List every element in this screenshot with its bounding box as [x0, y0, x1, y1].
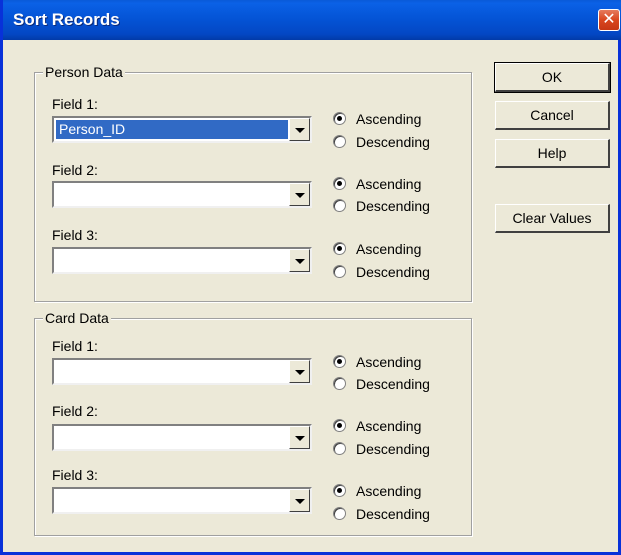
person-field-3-descending-radio[interactable]: Descending: [333, 262, 453, 282]
card-field-1-descending-radio[interactable]: Descending: [333, 374, 453, 394]
person-field-1-combo[interactable]: Person_ID: [52, 116, 312, 143]
radio-checked-icon: [333, 484, 346, 497]
person-field-3-dropdown-button[interactable]: [289, 249, 310, 272]
descending-label: Descending: [356, 441, 430, 457]
person-field-2-value: [56, 185, 288, 204]
person-data-title: Person Data: [43, 64, 125, 80]
ascending-label: Ascending: [356, 418, 422, 434]
window-title: Sort Records: [13, 10, 120, 29]
ascending-label: Ascending: [356, 111, 422, 127]
person-data-group: Person Data Field 1: Person_ID Ascending…: [34, 64, 472, 302]
radio-unchecked-icon: [333, 377, 346, 390]
ascending-label: Ascending: [356, 176, 422, 192]
ascending-label: Ascending: [356, 483, 422, 499]
ascending-label: Ascending: [356, 354, 422, 370]
title-bar[interactable]: Sort Records ✕: [3, 0, 621, 40]
radio-checked-icon: [333, 242, 346, 255]
descending-label: Descending: [356, 264, 430, 280]
card-field-1-ascending-radio[interactable]: Ascending: [333, 352, 453, 372]
card-field-2-label: Field 2:: [52, 403, 98, 419]
radio-checked-icon: [333, 355, 346, 368]
radio-unchecked-icon: [333, 442, 346, 455]
radio-checked-icon: [333, 112, 346, 125]
person-field-1-descending-radio[interactable]: Descending: [333, 132, 453, 152]
cancel-button[interactable]: Cancel: [495, 101, 610, 130]
person-field-2-descending-radio[interactable]: Descending: [333, 196, 453, 216]
help-button[interactable]: Help: [495, 139, 610, 168]
card-field-2-combo[interactable]: [52, 424, 312, 451]
card-field-1-dropdown-button[interactable]: [289, 360, 310, 383]
person-field-2-ascending-radio[interactable]: Ascending: [333, 174, 453, 194]
chevron-down-icon: [295, 370, 305, 375]
card-data-title: Card Data: [43, 310, 111, 326]
chevron-down-icon: [295, 193, 305, 198]
descending-label: Descending: [356, 198, 430, 214]
person-field-1-label: Field 1:: [52, 96, 98, 112]
clear-values-button[interactable]: Clear Values: [495, 204, 610, 233]
radio-unchecked-icon: [333, 135, 346, 148]
person-field-2-combo[interactable]: [52, 181, 312, 208]
close-button[interactable]: ✕: [598, 9, 620, 31]
ascending-label: Ascending: [356, 241, 422, 257]
card-field-2-value: [56, 428, 288, 447]
radio-checked-icon: [333, 177, 346, 190]
person-field-1-dropdown-button[interactable]: [289, 118, 310, 141]
card-field-3-label: Field 3:: [52, 467, 98, 483]
descending-label: Descending: [356, 376, 430, 392]
radio-unchecked-icon: [333, 199, 346, 212]
person-field-3-combo[interactable]: [52, 247, 312, 274]
close-icon: ✕: [602, 11, 616, 28]
person-field-3-ascending-radio[interactable]: Ascending: [333, 239, 453, 259]
card-field-1-value: [56, 362, 288, 381]
card-data-group: Card Data Field 1: Ascending Descending …: [34, 310, 472, 536]
chevron-down-icon: [295, 259, 305, 264]
card-field-2-dropdown-button[interactable]: [289, 426, 310, 449]
card-field-3-dropdown-button[interactable]: [289, 489, 310, 512]
person-field-3-label: Field 3:: [52, 227, 98, 243]
chevron-down-icon: [295, 436, 305, 441]
chevron-down-icon: [295, 128, 305, 133]
card-field-3-value: [56, 491, 288, 510]
card-field-3-combo[interactable]: [52, 487, 312, 514]
person-field-2-label: Field 2:: [52, 162, 98, 178]
descending-label: Descending: [356, 506, 430, 522]
person-field-3-value: [56, 251, 288, 270]
person-field-1-ascending-radio[interactable]: Ascending: [333, 109, 453, 129]
radio-unchecked-icon: [333, 265, 346, 278]
radio-unchecked-icon: [333, 507, 346, 520]
card-field-1-combo[interactable]: [52, 358, 312, 385]
card-field-3-descending-radio[interactable]: Descending: [333, 504, 453, 524]
descending-label: Descending: [356, 134, 430, 150]
card-field-3-ascending-radio[interactable]: Ascending: [333, 481, 453, 501]
person-field-1-value: Person_ID: [56, 120, 288, 139]
ok-button[interactable]: OK: [494, 62, 611, 93]
person-field-2-dropdown-button[interactable]: [289, 183, 310, 206]
chevron-down-icon: [295, 499, 305, 504]
card-field-2-ascending-radio[interactable]: Ascending: [333, 416, 453, 436]
dialog-body: Person Data Field 1: Person_ID Ascending…: [3, 40, 618, 552]
sort-records-dialog: Sort Records ✕ Person Data Field 1: Pers…: [0, 0, 621, 555]
card-field-1-label: Field 1:: [52, 338, 98, 354]
card-field-2-descending-radio[interactable]: Descending: [333, 439, 453, 459]
radio-checked-icon: [333, 419, 346, 432]
